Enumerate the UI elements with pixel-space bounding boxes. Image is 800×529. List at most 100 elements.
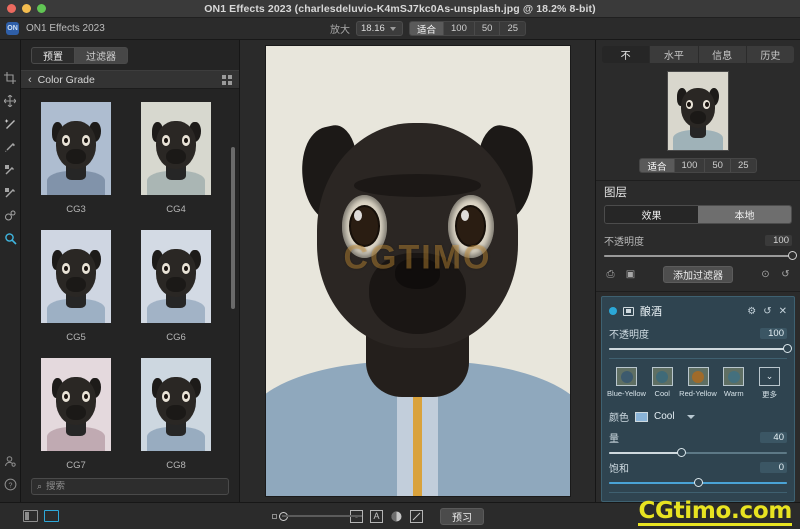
layer-opacity-value[interactable]: 100 (765, 235, 792, 246)
perfect-brush-tool-icon[interactable] (1, 135, 19, 158)
preset-thumb-wrap[interactable] (36, 353, 116, 456)
zoom-25-button[interactable]: 25 (500, 22, 525, 35)
nav-zoom-50-button[interactable]: 50 (705, 159, 731, 172)
nav-zoom-100-button[interactable]: 100 (675, 159, 706, 172)
tab-filters[interactable]: 过滤器 (75, 47, 128, 64)
filter-mask-icon[interactable] (623, 306, 634, 316)
layer-actions-row: ⎙ ▣ 添加过滤器 ⊙ ↺ (596, 261, 800, 291)
zoom-out-icon[interactable] (272, 513, 277, 519)
list-item[interactable]: CG7 (33, 353, 119, 471)
preset-browser-tabs[interactable]: 预置 过滤器 (21, 40, 239, 70)
tab-info[interactable]: 信息 (698, 46, 747, 63)
filter-reset-icon[interactable]: ↺ (763, 306, 771, 317)
preset-thumb-wrap[interactable] (136, 225, 216, 328)
preset-thumb-wrap[interactable] (136, 97, 216, 200)
masking-brush-tool-icon[interactable] (1, 158, 19, 181)
zoom-100-button[interactable]: 100 (444, 22, 475, 35)
search-box[interactable]: ⌕ (31, 478, 229, 495)
filter-saturation-value[interactable]: 0 (760, 462, 787, 473)
bottom-view-icons[interactable]: ▪ A 预习 (350, 507, 484, 525)
reset-icon[interactable]: ↺ (779, 268, 792, 281)
zoom-label: 放大 (330, 25, 350, 36)
navigator-fit-segmented[interactable]: 适合 100 50 25 (639, 158, 757, 173)
zoom-fit-button[interactable]: 适合 (410, 22, 445, 35)
crop-tool-icon[interactable] (1, 66, 19, 89)
list-item[interactable]: CG8 (133, 353, 219, 471)
back-chevron-icon[interactable]: ‹ (28, 74, 32, 86)
preset-thumb-wrap[interactable] (136, 353, 216, 456)
layer-opacity-track[interactable] (604, 251, 797, 260)
account-icon[interactable] (1, 450, 19, 473)
tab-presets[interactable]: 预置 (31, 47, 75, 64)
adjustable-gradient-tool-icon[interactable] (1, 181, 19, 204)
list-item[interactable]: CG5 (33, 225, 119, 343)
inspector-tabs[interactable]: 不 水平 信息 历史 (596, 40, 800, 63)
zoom-level-value: 18.16 (361, 23, 385, 34)
right-panel-toggle-icon[interactable] (44, 510, 59, 522)
clone-stamp-tool-icon[interactable] (1, 204, 19, 227)
filter-saturation-track[interactable] (609, 478, 787, 487)
zoom-level-select[interactable]: 18.16 (356, 21, 403, 36)
style-preset-blue-yellow[interactable]: Blue-Yellow (607, 367, 646, 400)
filter-settings-icon[interactable]: ⚙ (747, 306, 756, 317)
menu-bar: ON ON1 Effects 2023 放大 18.16 适合 100 50 2… (0, 18, 800, 40)
preset-thumb-wrap[interactable] (36, 97, 116, 200)
settings-dot-icon[interactable]: ⊙ (759, 268, 772, 281)
move-tool-icon[interactable] (1, 89, 19, 112)
filter-close-icon[interactable]: ✕ (779, 306, 787, 317)
preset-thumb-wrap[interactable] (36, 225, 116, 328)
list-item[interactable]: CG6 (133, 225, 219, 343)
layer-mode-effect[interactable]: 效果 (605, 206, 698, 223)
preset-thumbnail (141, 102, 211, 195)
style-preset-red-yellow[interactable]: Red-Yellow (679, 367, 717, 400)
fit-zoom-segmented[interactable]: 适合 100 50 25 (409, 21, 527, 36)
chevron-down-icon[interactable] (686, 414, 695, 419)
style-preset-more[interactable]: ⌄ 更多 (752, 367, 787, 400)
photo-preview[interactable]: CGTIMO (265, 46, 570, 496)
zoom-slider-track[interactable] (282, 515, 362, 517)
tab-levels[interactable]: 水平 (650, 46, 699, 63)
chevron-down-icon[interactable]: ⌄ (759, 367, 780, 386)
nav-zoom-25-button[interactable]: 25 (731, 159, 756, 172)
tab-none[interactable]: 不 (602, 46, 651, 63)
zoom-50-button[interactable]: 50 (475, 22, 501, 35)
navigator-thumbnail[interactable] (667, 71, 729, 151)
preset-label: CG4 (166, 204, 186, 215)
list-item[interactable]: CG4 (133, 97, 219, 215)
image-canvas[interactable]: CGTIMO (240, 40, 595, 502)
left-panel-toggle-icon[interactable] (23, 510, 38, 522)
text-overlay-icon[interactable]: A (370, 509, 383, 523)
add-filter-button[interactable]: 添加过滤器 (663, 266, 733, 283)
preset-grid-scroll[interactable]: CG3 CG4 CG5 CG6 CG7 CG8 (21, 89, 239, 472)
panel-toggles[interactable] (21, 510, 59, 522)
help-icon[interactable]: ? (1, 473, 19, 496)
grid-view-icon[interactable] (222, 74, 232, 85)
zoom-tool-icon[interactable] (1, 227, 19, 250)
layer-mode-local[interactable]: 本地 (698, 206, 791, 223)
filter-opacity-row: 不透明度 100 (609, 326, 792, 353)
filter-opacity-track[interactable] (609, 344, 792, 353)
filter-card[interactable]: 酿酒 ⚙ ↺ ✕ 不透明度 100 Blue-Yellow Cool Red-Y… (601, 296, 795, 502)
filter-amount-value[interactable]: 40 (760, 432, 787, 443)
list-item[interactable]: CG3 (33, 97, 119, 215)
filter-enabled-toggle-icon[interactable] (609, 307, 617, 315)
mask-icon[interactable]: ⎙ (604, 268, 617, 281)
search-input[interactable] (46, 481, 223, 492)
nav-zoom-fit-button[interactable]: 适合 (640, 159, 675, 172)
layer-thumb-icon[interactable]: ▣ (624, 268, 637, 281)
layer-mode-toggle[interactable]: 效果 本地 (604, 205, 792, 224)
soft-proof-icon[interactable] (390, 510, 403, 523)
retouch-brush-tool-icon[interactable] (1, 112, 19, 135)
filter-opacity-value[interactable]: 100 (760, 328, 787, 339)
preview-button[interactable]: 预习 (440, 507, 484, 525)
style-preset-cool[interactable]: Cool (645, 367, 680, 400)
zoom-slider[interactable] (272, 511, 362, 521)
breadcrumb[interactable]: ‹ Color Grade (21, 70, 239, 89)
style-preset-warm[interactable]: Warm (716, 367, 751, 400)
site-watermark: CGtimo.com (638, 499, 792, 526)
show-mask-icon[interactable] (410, 509, 423, 523)
preset-scrollbar[interactable] (231, 147, 235, 309)
filter-amount-track[interactable] (609, 448, 787, 457)
filter-color-row[interactable]: 颜色 Cool (609, 400, 787, 424)
tab-history[interactable]: 历史 (746, 46, 794, 63)
